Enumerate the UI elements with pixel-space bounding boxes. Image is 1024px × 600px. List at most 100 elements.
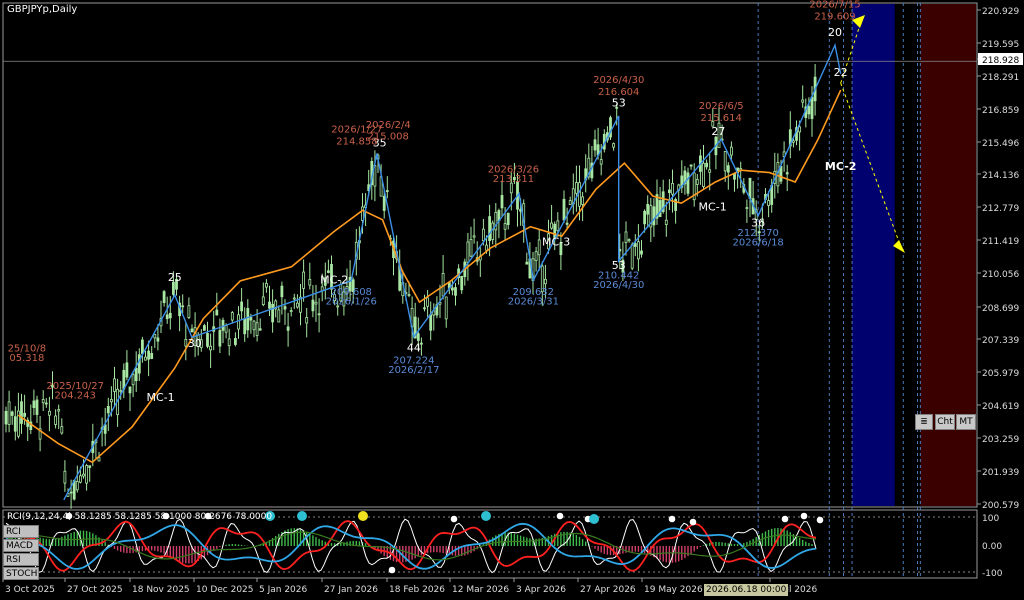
candle-body	[801, 99, 805, 103]
price-tick-label: 215.496	[982, 139, 1019, 149]
mt-button[interactable]: MT	[956, 414, 976, 430]
candle-body	[416, 333, 420, 341]
candle-body	[165, 314, 169, 320]
price-tick-label: 200.579	[982, 501, 1019, 511]
candle-body	[227, 338, 231, 347]
candle-body	[544, 278, 547, 285]
candle-body	[168, 312, 172, 319]
candle-body	[162, 291, 166, 304]
chart-window: { "symbol_label": "GBPJPYp,Daily", "indi…	[0, 0, 1024, 600]
candle-body	[593, 139, 597, 151]
annotation-label: MC-2	[320, 273, 348, 286]
annotation-label: MC-1	[147, 391, 175, 404]
time-tick-label: 5 Jan 2026	[259, 585, 307, 595]
rsi-button[interactable]: RSI	[3, 553, 39, 566]
time-tick-label: 27 Apr 2026	[580, 585, 636, 595]
candle-body	[97, 457, 101, 462]
candle-body	[144, 356, 147, 361]
price-tick-label: 216.859	[982, 106, 1019, 116]
candle-body	[261, 296, 265, 305]
candle-body	[106, 405, 110, 414]
future-zone-red	[920, 4, 976, 506]
candle-body	[466, 241, 470, 263]
candle-body	[240, 301, 244, 312]
rci-button[interactable]: RCI	[3, 525, 39, 538]
price-tick-label: 205.979	[982, 369, 1019, 379]
annotation-label: 2026/3/31	[508, 296, 559, 307]
candle-body	[23, 412, 27, 417]
candle-body	[429, 314, 433, 331]
price-chart[interactable]: 2530MC-1MC-23544MC-3535327MC-1362022MC-2…	[0, 0, 1024, 600]
candle-body	[308, 279, 312, 286]
annotation-label: 2026/6/18	[733, 238, 784, 249]
annotation-label: MC-2	[825, 160, 857, 173]
list-icon[interactable]: ≣	[915, 414, 933, 430]
annotation-label: 22	[834, 66, 848, 79]
candle-body	[147, 350, 151, 360]
time-tick-label: 27 Oct 2025	[67, 585, 123, 595]
candle-body	[233, 338, 237, 345]
candle-body	[568, 200, 572, 206]
candle-body	[807, 106, 811, 115]
candle-body	[748, 177, 752, 199]
candle-body	[150, 353, 154, 359]
candle-body	[119, 390, 123, 392]
annotation-label: 2026/4/30	[593, 280, 644, 291]
signal-marker	[297, 511, 307, 521]
candle-body	[305, 317, 309, 324]
candle-body	[206, 333, 209, 347]
annotation-label: 27	[711, 125, 725, 138]
macd-button[interactable]: MACD	[3, 539, 39, 552]
candle-body	[534, 251, 538, 261]
candle-body	[125, 362, 129, 378]
candle-body	[444, 296, 448, 320]
candle-body	[646, 203, 650, 215]
candle-body	[624, 231, 628, 243]
candle-body	[562, 198, 566, 221]
candle-body	[733, 173, 736, 180]
candle-body	[230, 312, 234, 321]
candle-body	[88, 465, 92, 468]
candle-body	[612, 143, 615, 148]
candle-body	[190, 328, 194, 333]
candle-body	[271, 303, 275, 323]
annotation-label: 215.008	[368, 132, 409, 143]
candle-body	[110, 399, 113, 403]
candle-body	[156, 337, 160, 342]
candle-body	[44, 402, 48, 405]
candle-body	[792, 140, 795, 143]
annotation-label: 30	[188, 337, 202, 350]
signal-dot	[816, 516, 824, 524]
price-tick-label: 207.339	[982, 336, 1019, 346]
candle-body	[503, 223, 507, 230]
time-tick-label: 27 Jan 2026	[324, 585, 378, 595]
signal-dot	[668, 515, 676, 523]
future-zone-blue	[852, 4, 895, 506]
time-tick-label: 18 Feb 2026	[389, 585, 445, 595]
cht-button[interactable]: Cht	[935, 414, 955, 430]
candle-body	[407, 294, 411, 296]
candle-body	[35, 399, 39, 415]
candle-body	[745, 207, 749, 210]
signal-dot	[781, 515, 789, 523]
stoch-button[interactable]: STOCH	[3, 567, 39, 580]
candle-body	[326, 270, 330, 273]
candle-body	[140, 339, 144, 355]
candle-body	[488, 216, 492, 241]
sub-tick-label: 100	[982, 514, 999, 524]
annotation-label: MC-1	[699, 200, 727, 213]
candle-body	[664, 219, 668, 225]
price-tick-label: 201.939	[982, 468, 1019, 478]
candle-body	[187, 305, 191, 318]
candle-body	[137, 354, 141, 374]
candle-body	[785, 172, 789, 175]
price-tick-label: 218.291	[982, 73, 1019, 83]
candle-body	[7, 401, 11, 425]
candle-body	[311, 299, 315, 312]
candle-body	[221, 319, 225, 331]
candle-body	[85, 465, 88, 484]
candle-body	[686, 172, 690, 194]
candle-body	[218, 330, 222, 347]
indicator-label: RCI(9,12,24,4) 58.1285 58.1285 58.1000 8…	[7, 512, 273, 522]
candle-body	[550, 222, 553, 229]
